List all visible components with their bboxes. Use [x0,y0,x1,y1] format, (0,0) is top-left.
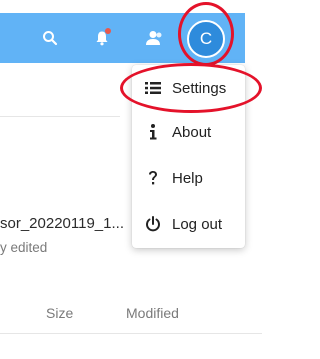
menu-item-settings[interactable]: Settings [132,68,245,108]
divider [0,116,120,117]
help-icon [145,169,161,187]
menu-item-logout[interactable]: Log out [132,204,245,244]
file-edited-status: y edited [0,240,48,255]
divider [0,333,262,334]
contacts-button[interactable] [139,23,169,53]
contacts-icon [144,30,164,46]
column-header-size[interactable]: Size [46,305,73,321]
menu-item-label: Settings [172,79,227,97]
notifications-button[interactable] [87,23,117,53]
menu-item-label: Help [172,169,203,187]
settings-list-icon [145,79,161,97]
notification-badge [105,28,111,34]
menu-item-help[interactable]: Help [132,158,245,198]
search-icon [42,30,58,46]
user-dropdown-menu: Settings About Help Log out [132,65,245,248]
menu-item-label: Log out [172,215,223,233]
info-icon [145,123,161,141]
menu-item-label: About [172,123,212,141]
search-button[interactable] [35,23,65,53]
column-header-modified[interactable]: Modified [126,305,179,321]
avatar-initial: C [199,29,213,48]
file-name[interactable]: sor_20220119_1... [0,215,124,232]
user-avatar-button[interactable]: C [187,20,225,58]
power-icon [145,215,161,233]
menu-item-about[interactable]: About [132,112,245,152]
